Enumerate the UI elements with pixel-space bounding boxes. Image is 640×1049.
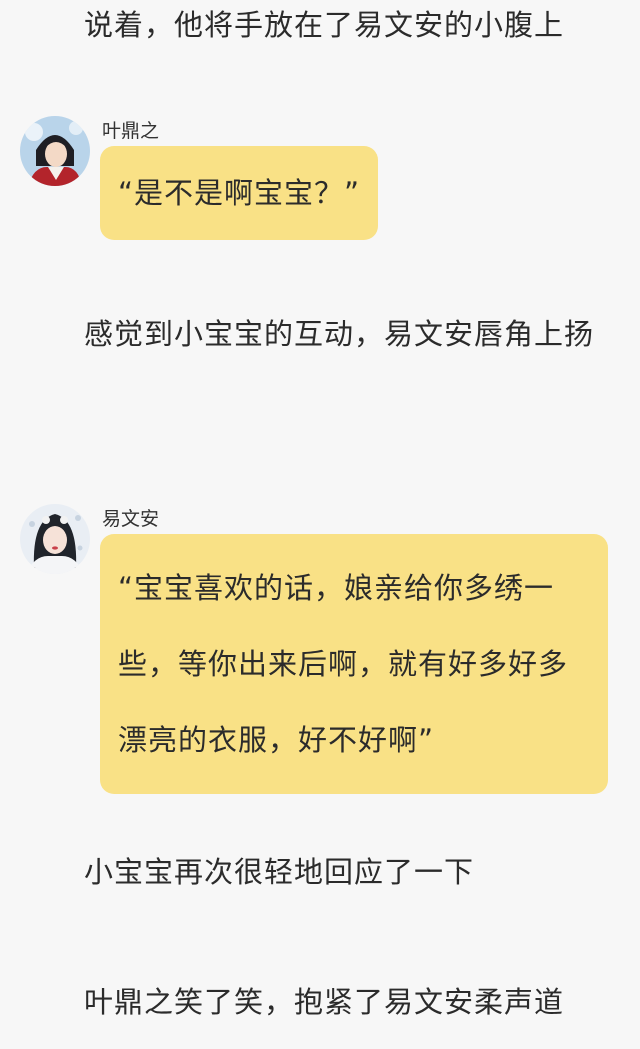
story-paragraph: 小宝宝再次很轻地回应了一下 — [84, 855, 475, 889]
speaker-name: 叶鼎之 — [102, 120, 160, 142]
speech-bubble: “是不是啊宝宝？” — [100, 146, 379, 240]
speech-bubble: “宝宝喜欢的话，娘亲给你多绣一些，等你出来后啊，就有好多好多漂亮的衣服，好不好啊… — [100, 534, 608, 794]
story-paragraph: 叶鼎之笑了笑，抱紧了易文安柔声道 — [84, 985, 565, 1019]
story-paragraph: 说着，他将手放在了易文安的小腹上 — [84, 8, 565, 42]
speaker-name: 易文安 — [102, 508, 160, 530]
story-paragraph: 感觉到小宝宝的互动，易文安唇角上扬 — [84, 317, 595, 351]
male-character-avatar[interactable] — [20, 116, 90, 186]
female-character-avatar[interactable] — [20, 504, 90, 574]
